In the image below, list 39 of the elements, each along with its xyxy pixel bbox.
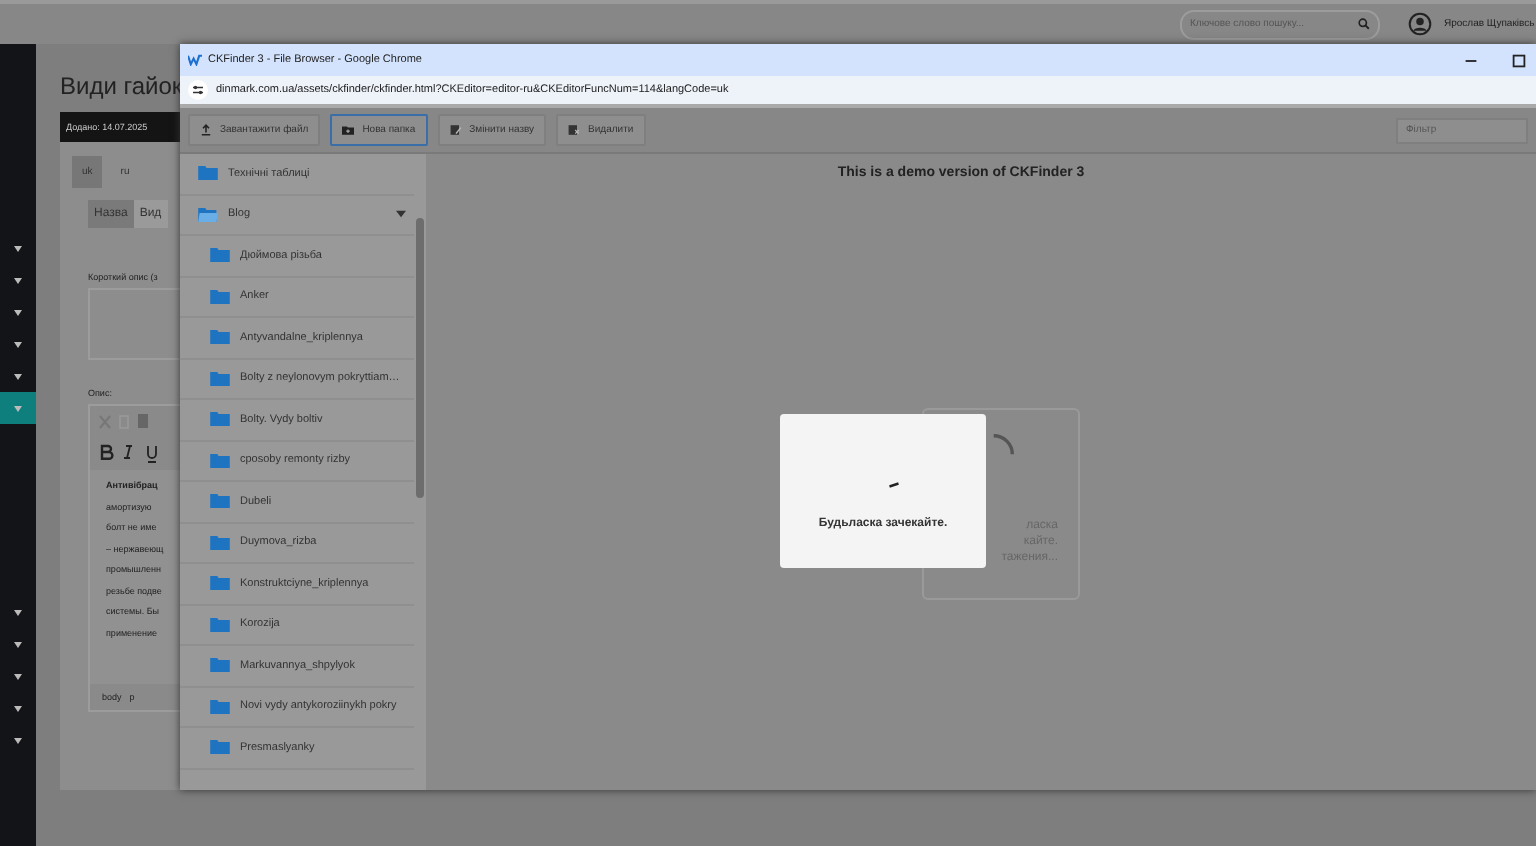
- maximize-icon[interactable]: [1510, 51, 1528, 69]
- folder-icon: [210, 699, 230, 714]
- folder-icon: [210, 494, 230, 509]
- edit-icon: [449, 124, 462, 136]
- caret-icon: [14, 609, 22, 615]
- folder-icon: [210, 535, 230, 550]
- open-folder-icon: [198, 207, 218, 222]
- folder-icon: [210, 330, 230, 345]
- caret-icon: [14, 341, 22, 347]
- search-icon: [1358, 18, 1370, 30]
- caret-icon: [14, 737, 22, 743]
- folder-icon: [210, 658, 230, 673]
- spinner-icon: [887, 482, 899, 488]
- spinner-icon: [991, 434, 1013, 456]
- caret-icon: [14, 277, 22, 283]
- folder-icon: [210, 576, 230, 591]
- upload-icon: [200, 124, 212, 136]
- page-title: Види гайок: [60, 72, 180, 100]
- caret-icon: [14, 309, 22, 315]
- caret-icon[interactable]: [396, 210, 406, 219]
- delete-icon: [568, 124, 581, 136]
- folder-plus-icon: [342, 124, 355, 136]
- site-settings-icon[interactable]: [188, 80, 208, 100]
- folder-icon: [210, 289, 230, 304]
- caret-icon: [14, 245, 22, 251]
- caret-icon: [14, 705, 22, 711]
- folder-icon: [210, 248, 230, 263]
- folder-icon: [210, 412, 230, 427]
- folder-icon: [210, 617, 230, 632]
- folder-icon: [210, 371, 230, 386]
- caret-icon: [14, 641, 22, 647]
- avatar-icon[interactable]: [1408, 12, 1432, 36]
- caret-icon: [14, 673, 22, 679]
- app-icon: [188, 54, 202, 66]
- folder-icon: [198, 166, 218, 181]
- folder-icon: [210, 453, 230, 468]
- caret-icon: [14, 373, 22, 379]
- caret-icon: [14, 405, 22, 411]
- folder-icon: [210, 740, 230, 755]
